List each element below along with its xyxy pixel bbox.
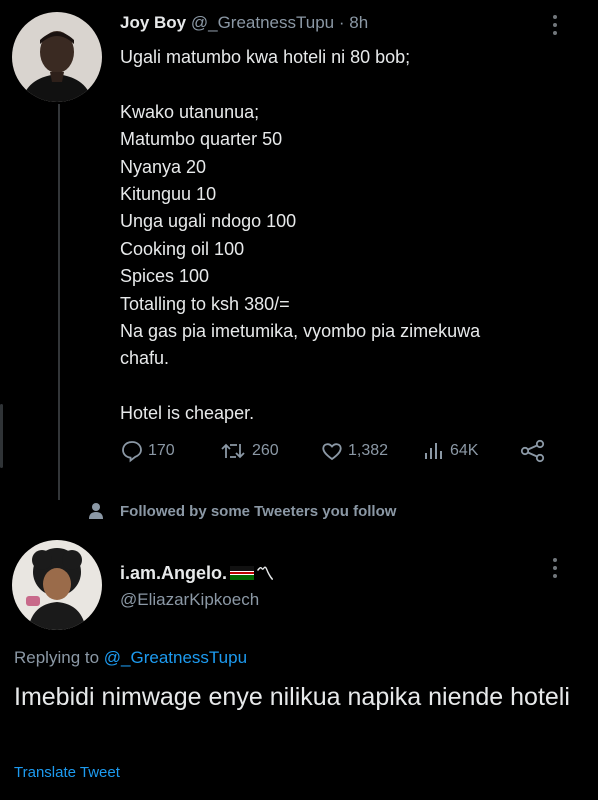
tweet-time[interactable]: 8h: [349, 13, 368, 32]
author-handle[interactable]: @_GreatnessTupu: [191, 13, 334, 32]
reply-icon: [122, 441, 142, 463]
angelo-avatar[interactable]: [12, 540, 102, 630]
social-context: Followed by some Tweeters you follow: [88, 502, 396, 520]
reply-author-name[interactable]: i.am.Angelo. 〽: [120, 560, 274, 586]
reply-text: Imebidi nimwage enye nilikua napika nien…: [14, 683, 570, 711]
tweet-line: Hotel is cheaper.: [120, 403, 255, 424]
tweet-text: Ugali matumbo kwa hoteli ni 80 bob; Kwak…: [120, 44, 560, 428]
tweet-line: Kitunguu 10: [120, 184, 217, 205]
more-icon[interactable]: [550, 14, 560, 36]
reply-count: 170: [148, 442, 175, 459]
tweet-line: Kwako utanunua;: [120, 101, 260, 122]
share-button[interactable]: [520, 439, 546, 463]
share-icon: [520, 439, 545, 463]
retweet-count: 260: [252, 442, 279, 459]
more-icon[interactable]: [550, 557, 560, 579]
like-icon: [322, 443, 342, 461]
scroll-edge: [0, 404, 3, 468]
tweet-line: [120, 71, 560, 98]
replying-to: Replying to @_GreatnessTupu: [14, 648, 247, 668]
name-suffix: 〽: [256, 564, 275, 584]
tweet-line: Unga ugali ndogo 100: [120, 211, 297, 232]
translate-tweet-link[interactable]: Translate Tweet: [14, 764, 120, 781]
views-icon: [425, 443, 442, 459]
tweet-header: Joy Boy @_GreatnessTupu · 8h: [120, 13, 368, 33]
reply-author-name-text: i.am.Angelo.: [120, 562, 228, 583]
like-button[interactable]: 1,382: [320, 439, 388, 463]
views-count: 64K: [450, 442, 479, 459]
tweet-line: Na gas pia imetumika, vyombo pia zimekuw…: [120, 321, 481, 342]
tweet-line: Spices 100: [120, 266, 210, 287]
replying-to-link[interactable]: @_GreatnessTupu: [104, 648, 247, 667]
tweet-line: Totalling to ksh 380/=: [120, 293, 290, 314]
like-count: 1,382: [348, 442, 389, 459]
thread-line: [58, 104, 60, 500]
tweet-line: chafu.: [120, 348, 170, 369]
social-context-text: Followed by some Tweeters you follow: [120, 502, 397, 520]
person-icon: [89, 503, 103, 519]
tweet-line: Matumbo quarter 50: [120, 129, 283, 150]
tweet-line: [120, 373, 560, 400]
tweet-actions: 170 260 1,382 64K: [120, 439, 560, 467]
kenya-flag-icon: [230, 566, 255, 580]
reply-author-handle[interactable]: @EliazarKipkoech: [120, 590, 259, 610]
joy-boy-avatar[interactable]: [12, 12, 102, 102]
tweet-line: Ugali matumbo kwa hoteli ni 80 bob;: [120, 47, 411, 67]
reply-button[interactable]: 170: [120, 439, 175, 463]
author-name[interactable]: Joy Boy: [120, 13, 186, 32]
tweet-line: Cooking oil 100: [120, 238, 245, 259]
views-button[interactable]: 64K: [422, 439, 478, 463]
replying-prefix: Replying to: [14, 648, 104, 667]
retweet-button[interactable]: 260: [220, 439, 279, 463]
tweet-line: Nyanya 20: [120, 156, 207, 177]
retweet-icon: [221, 443, 245, 459]
separator: ·: [338, 13, 345, 32]
